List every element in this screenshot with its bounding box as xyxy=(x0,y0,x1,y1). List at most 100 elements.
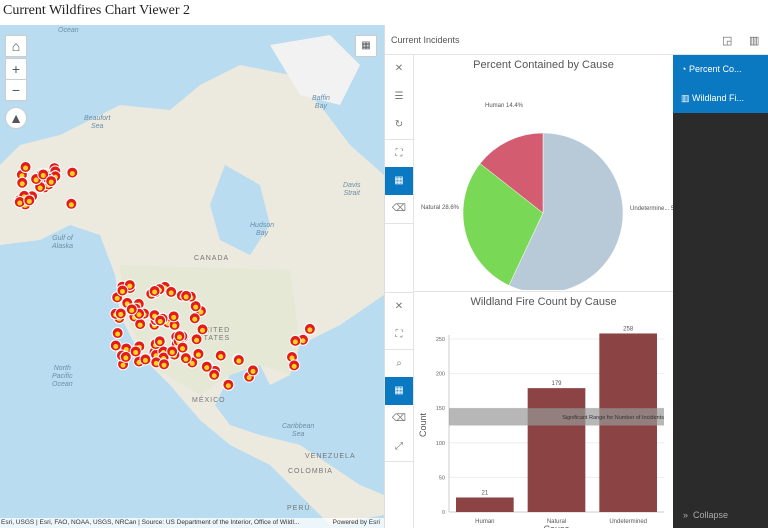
bar-chart-icon[interactable]: ▥ xyxy=(749,34,759,47)
bar-human xyxy=(456,497,514,512)
bar-value-label: 21 xyxy=(481,490,488,496)
chart-options-icon[interactable]: ▦ xyxy=(385,377,413,405)
fire-marker-core xyxy=(136,312,142,318)
chart-panel: Current Incidents ◲ ▥ ✕ ☰ ↻ ⛶ ▦ ⌫ ✕ ⛶ ⌕ … xyxy=(384,25,768,528)
y-tick-label: 50 xyxy=(439,475,445,481)
fire-marker-core xyxy=(204,365,210,371)
fire-marker-core xyxy=(68,202,74,208)
zoom-icon[interactable]: ⌕ xyxy=(385,349,413,377)
fire-marker-core xyxy=(157,339,163,345)
pie-label: Undetermine... 5 xyxy=(630,206,673,212)
panel-title: Current Incidents xyxy=(391,35,460,45)
chart-list-item-wildland[interactable]: ▥ Wildland Fi... xyxy=(673,84,768,113)
pie-chart-title: Percent Contained by Cause xyxy=(473,59,614,71)
fire-markers-layer xyxy=(13,161,316,391)
fire-marker-core xyxy=(157,319,163,325)
pie-chart-toolbar: ✕ ☰ ↻ ⛶ ▦ ⌫ xyxy=(385,55,414,292)
fire-marker-core xyxy=(114,295,120,301)
fire-marker-core xyxy=(118,311,124,317)
x-tick-label: Undetermined xyxy=(609,519,647,525)
fire-marker-core xyxy=(23,165,29,171)
map-attribution: Esri, USGS | Esri, FAO, NOAA, USGS, NRCa… xyxy=(0,518,384,528)
band-label: Significant Range for Number of Incident… xyxy=(562,415,664,421)
collapse-button[interactable]: » Collapse xyxy=(683,510,728,520)
close-icon[interactable]: ✕ xyxy=(385,55,413,83)
eraser-icon[interactable]: ⌫ xyxy=(385,195,413,223)
fire-marker-core xyxy=(168,290,174,296)
map-view[interactable]: ⌂ + − ▲ ▦ Ocean Beaufort Sea Baffin Bay … xyxy=(0,25,384,528)
fire-marker-core xyxy=(200,327,206,333)
chart-options-icon[interactable]: ▦ xyxy=(385,167,413,195)
bar-natural xyxy=(527,388,586,512)
powered-by[interactable]: Powered by Esri xyxy=(333,518,380,528)
fire-marker-core xyxy=(236,358,242,364)
fire-marker-core xyxy=(26,198,32,204)
fire-marker-core xyxy=(133,349,139,355)
fire-marker-core xyxy=(40,172,46,178)
pie-label: Natural 28.6% xyxy=(421,205,460,211)
fullscreen-icon[interactable]: ⤢ xyxy=(385,433,413,461)
y-tick-label: 0 xyxy=(442,510,445,516)
chart-list-item-percent[interactable]: ◔ Percent Co... xyxy=(673,55,768,84)
fire-marker-core xyxy=(129,307,135,313)
y-tick-label: 150 xyxy=(436,406,445,412)
fire-marker-core xyxy=(152,289,158,295)
fire-marker-core xyxy=(291,363,297,369)
fire-marker-core xyxy=(113,344,119,350)
eraser-icon[interactable]: ⌫ xyxy=(385,405,413,433)
fire-marker-core xyxy=(183,294,189,300)
fire-marker-core xyxy=(172,323,178,329)
fire-marker-core xyxy=(48,179,54,185)
close-icon[interactable]: ✕ xyxy=(385,293,413,321)
fire-marker-core xyxy=(169,349,175,355)
y-tick-label: 250 xyxy=(436,337,445,343)
x-tick-label: Human xyxy=(475,519,494,525)
collapse-label: Collapse xyxy=(693,510,729,520)
fire-marker-core xyxy=(171,314,177,320)
attribution-text: Esri, USGS | Esri, FAO, NOAA, USGS, NRCa… xyxy=(1,519,300,526)
fire-marker-core xyxy=(177,334,183,340)
fire-marker-core xyxy=(115,331,121,337)
y-tick-label: 100 xyxy=(436,441,445,447)
panel-header: Current Incidents ◲ ▥ xyxy=(385,25,768,55)
bar-chart-toolbar: ✕ ⛶ ⌕ ▦ ⌫ ⤢ xyxy=(385,292,414,528)
chart-list: ◔ Percent Co... ▥ Wildland Fi... » Colla… xyxy=(673,55,768,528)
fire-marker-core xyxy=(192,316,198,322)
fire-marker-core xyxy=(211,373,217,379)
y-axis-title: Count xyxy=(418,413,428,438)
fire-marker-core xyxy=(137,322,143,328)
bar-value-label: 179 xyxy=(551,381,562,387)
fire-marker-core xyxy=(153,360,159,366)
x-axis-title: Cause xyxy=(543,524,569,528)
fire-marker-core xyxy=(193,304,199,310)
bar-chart[interactable]: 05010015020025021Human179Natural258Undet… xyxy=(414,310,673,528)
fire-marker-core xyxy=(161,362,167,368)
pie-chart-icon: ◔ xyxy=(681,64,689,74)
fire-marker-core xyxy=(33,177,39,183)
export-icon[interactable]: ◲ xyxy=(722,34,732,47)
y-tick-label: 200 xyxy=(436,372,445,378)
fire-marker-core xyxy=(127,283,133,289)
fire-marker-core xyxy=(17,200,23,206)
fire-marker-core xyxy=(142,357,148,363)
fire-marker-core xyxy=(195,352,201,358)
bar-value-label: 258 xyxy=(623,326,634,332)
fire-marker-core xyxy=(120,362,126,368)
bar-chart-title: Wildland Fire Count by Cause xyxy=(470,296,617,308)
fire-marker-core xyxy=(19,181,25,187)
list-icon[interactable]: ☰ xyxy=(385,83,413,111)
refresh-icon[interactable]: ↻ xyxy=(385,111,413,139)
fire-marker-core xyxy=(250,368,256,374)
bar-chart-icon: ▥ xyxy=(681,93,693,103)
fire-marker-core xyxy=(194,337,200,343)
fire-marker-core xyxy=(37,185,43,191)
pie-chart[interactable]: Undetermine... 5 Natural 28.6% Human 14.4% xyxy=(414,75,673,290)
fire-marker-core xyxy=(292,339,298,345)
fire-marker-core xyxy=(218,354,224,360)
fire-marker-core xyxy=(180,346,186,352)
pie-label: Human 14.4% xyxy=(485,103,524,109)
fire-marker-core xyxy=(119,288,125,294)
fire-marker-core xyxy=(307,327,313,333)
selection-icon[interactable]: ⛶ xyxy=(385,139,413,167)
selection-icon[interactable]: ⛶ xyxy=(385,321,413,349)
